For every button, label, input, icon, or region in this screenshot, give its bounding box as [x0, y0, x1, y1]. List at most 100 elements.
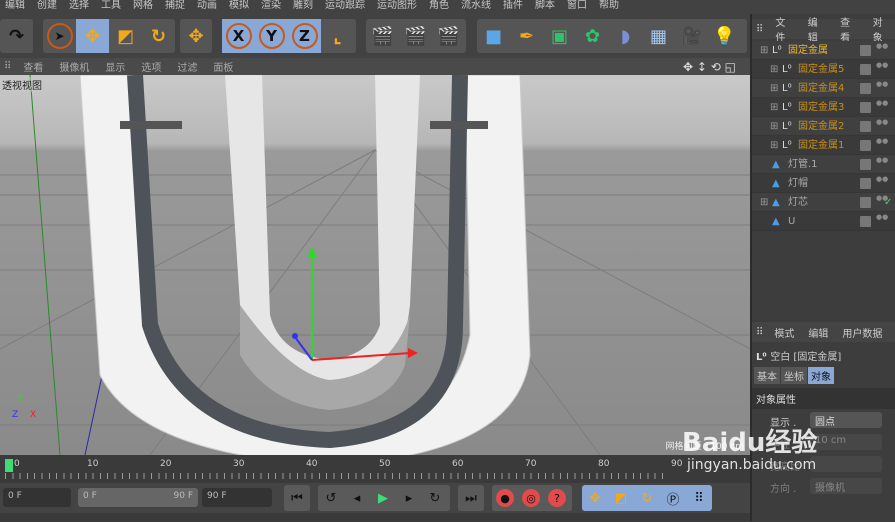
- expand-toggle-icon[interactable]: ⊞: [770, 136, 778, 155]
- attribute-tab[interactable]: 对象: [808, 367, 834, 384]
- camera-button[interactable]: 🎥: [675, 19, 708, 53]
- visibility-toggle[interactable]: [860, 197, 871, 208]
- menu-item[interactable]: 动画: [192, 0, 224, 14]
- visibility-toggle[interactable]: [860, 64, 871, 75]
- menu-item[interactable]: 运动跟踪: [320, 0, 372, 14]
- auto-key-button[interactable]: ◎: [522, 489, 540, 507]
- menu-item[interactable]: 流水线: [456, 0, 498, 14]
- go-to-start-button[interactable]: ⏮: [284, 485, 310, 511]
- menu-item[interactable]: 编辑: [0, 0, 32, 14]
- frame-range-slider[interactable]: 0 F 90 F: [78, 488, 198, 507]
- object-menu-item[interactable]: 文件: [767, 14, 799, 44]
- object-row[interactable]: ⊞ L⁰ 固定金属3 ●●: [752, 98, 895, 117]
- render-view-button[interactable]: 🎬: [366, 19, 399, 53]
- visibility-toggle[interactable]: [860, 83, 871, 94]
- object-name[interactable]: 固定金属4: [798, 79, 844, 98]
- visibility-toggle[interactable]: [860, 159, 871, 170]
- render-dots-icon[interactable]: ●●: [876, 81, 888, 88]
- object-name[interactable]: 固定金属1: [798, 136, 844, 155]
- menu-item[interactable]: 雕刻: [288, 0, 320, 14]
- object-row[interactable]: ▲ 灯管.1 ●●: [752, 155, 895, 174]
- menu-item[interactable]: 渲染: [256, 0, 288, 14]
- object-name[interactable]: 固定金属3: [798, 98, 844, 117]
- visibility-toggle[interactable]: [860, 140, 871, 151]
- expand-toggle-icon[interactable]: ⊞: [770, 79, 778, 98]
- y-axis-lock-button[interactable]: Y: [255, 19, 288, 53]
- object-row[interactable]: ⊞ ▲ 灯芯 ●● ✓: [752, 193, 895, 212]
- menu-item[interactable]: 网格: [128, 0, 160, 14]
- key-scale-button[interactable]: ◩: [608, 485, 634, 511]
- expand-toggle-icon[interactable]: ⊞: [770, 60, 778, 79]
- record-key-button[interactable]: ●: [496, 489, 514, 507]
- floor-button[interactable]: ▦: [642, 19, 675, 53]
- render-dots-icon[interactable]: ●●: [876, 157, 888, 164]
- object-name[interactable]: 灯帽: [788, 174, 808, 193]
- playhead[interactable]: [5, 459, 13, 472]
- menu-item[interactable]: 选择: [64, 0, 96, 14]
- object-name[interactable]: 固定金属: [788, 41, 828, 60]
- render-dots-icon[interactable]: ●●: [876, 62, 888, 69]
- enabled-check-icon[interactable]: ✓: [884, 193, 892, 212]
- recent-tool-button[interactable]: ✥: [180, 19, 212, 53]
- object-menu-item[interactable]: 查看: [832, 14, 864, 44]
- attribute-menu-item[interactable]: 模式: [767, 325, 801, 340]
- field-value[interactable]: 摄像机: [810, 478, 882, 494]
- menu-item[interactable]: 帮助: [594, 0, 626, 14]
- keyframe-selection-button[interactable]: ?: [548, 489, 566, 507]
- expand-toggle-icon[interactable]: ⊞: [760, 193, 768, 212]
- object-row[interactable]: ⊞ L⁰ 固定金属5 ●●: [752, 60, 895, 79]
- object-name[interactable]: U: [788, 212, 795, 231]
- visibility-toggle[interactable]: [860, 216, 871, 227]
- pen-button[interactable]: ✒: [510, 19, 543, 53]
- undo-button[interactable]: ↷: [0, 19, 33, 53]
- object-menu-item[interactable]: 对象: [865, 14, 895, 44]
- key-pla-button[interactable]: ⠿: [686, 485, 712, 511]
- attribute-menu-item[interactable]: 编辑: [801, 325, 835, 340]
- move-tool-button[interactable]: ✥: [76, 19, 109, 53]
- go-to-end-button[interactable]: ⏭: [458, 485, 484, 511]
- prev-key-button[interactable]: ↺: [318, 485, 344, 511]
- select-tool-button[interactable]: ➤: [43, 19, 76, 53]
- menu-item[interactable]: 插件: [498, 0, 530, 14]
- play-button[interactable]: ▶: [370, 485, 396, 511]
- x-axis-lock-button[interactable]: X: [222, 19, 255, 53]
- object-name[interactable]: 固定金属5: [798, 60, 844, 79]
- attribute-tab[interactable]: 坐标: [781, 367, 807, 384]
- menu-item[interactable]: 脚本: [530, 0, 562, 14]
- object-name[interactable]: 灯芯: [788, 193, 808, 212]
- visibility-toggle[interactable]: [860, 45, 871, 56]
- key-parameter-button[interactable]: Ⓟ: [660, 485, 686, 511]
- render-dots-icon[interactable]: ●●: [876, 43, 888, 50]
- expand-toggle-icon[interactable]: ⊞: [760, 41, 768, 60]
- subdivision-button[interactable]: ▣: [543, 19, 576, 53]
- key-position-button[interactable]: ✥: [582, 485, 608, 511]
- menu-item[interactable]: 运动图形: [372, 0, 424, 14]
- object-name[interactable]: 固定金属2: [798, 117, 844, 136]
- coordinate-system-button[interactable]: ⌞: [321, 19, 354, 53]
- viewport-menu-item[interactable]: 摄像机: [51, 59, 97, 74]
- menu-item[interactable]: 模拟: [224, 0, 256, 14]
- attribute-tab[interactable]: 基本: [754, 367, 780, 384]
- bend-deformer-button[interactable]: ◗: [609, 19, 642, 53]
- field-value[interactable]: 圆点: [810, 412, 882, 428]
- render-dots-icon[interactable]: ●●: [876, 138, 888, 145]
- expand-toggle-icon[interactable]: ⊞: [770, 117, 778, 136]
- prev-frame-button[interactable]: ◂: [344, 485, 370, 511]
- menu-item[interactable]: 工具: [96, 0, 128, 14]
- menu-item[interactable]: 窗口: [562, 0, 594, 14]
- expand-toggle-icon[interactable]: ⊞: [770, 98, 778, 117]
- menu-item[interactable]: 角色: [424, 0, 456, 14]
- attribute-menu-item[interactable]: 用户数据: [835, 325, 889, 340]
- timeline[interactable]: 0 10 20 30 40 50 60 70 80 90: [0, 455, 750, 483]
- viewport-menu-item[interactable]: 过滤: [169, 59, 205, 74]
- viewport-menu-item[interactable]: 显示: [97, 59, 133, 74]
- object-row[interactable]: ⊞ L⁰ 固定金属4 ●●: [752, 79, 895, 98]
- object-row[interactable]: ▲ 灯帽 ●●: [752, 174, 895, 193]
- light-button[interactable]: 💡: [708, 19, 741, 53]
- viewport-perspective[interactable]: YZX 透视视图 网格间距 : 100 cm: [0, 75, 750, 455]
- viewport-nav-icons[interactable]: ✥ ↕ ⟲ ◱: [675, 60, 744, 74]
- object-row[interactable]: ⊞ L⁰ 固定金属1 ●●: [752, 136, 895, 155]
- menu-item[interactable]: 创建: [32, 0, 64, 14]
- object-row[interactable]: ⊞ L⁰ 固定金属 ●●: [752, 41, 895, 60]
- render-dots-icon[interactable]: ●●: [876, 214, 888, 221]
